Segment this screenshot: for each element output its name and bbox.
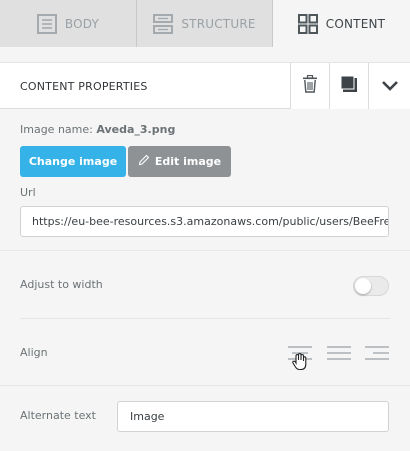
image-name-label: Image name: bbox=[20, 123, 93, 136]
tab-body[interactable]: BODY bbox=[0, 0, 137, 47]
adjust-to-width-label: Adjust to width bbox=[20, 278, 103, 291]
image-name-value: Aveda_3.png bbox=[96, 123, 176, 136]
alternate-text-input[interactable]: Image bbox=[117, 401, 389, 432]
pencil-icon bbox=[138, 154, 150, 169]
tab-content[interactable]: CONTENT bbox=[273, 0, 410, 47]
structure-rows-icon bbox=[153, 13, 174, 34]
content-grid-icon bbox=[297, 13, 318, 34]
align-label: Align bbox=[20, 346, 48, 359]
align-justify-icon[interactable] bbox=[326, 344, 352, 364]
chevron-down-icon bbox=[381, 77, 399, 96]
image-name: Image name: Aveda_3.png bbox=[20, 123, 175, 136]
divider bbox=[0, 250, 410, 251]
change-image-button[interactable]: Change image bbox=[20, 146, 126, 177]
change-image-label: Change image bbox=[28, 155, 118, 168]
hand-cursor-icon bbox=[290, 352, 310, 376]
alternate-text-label: Alternate text bbox=[20, 409, 96, 422]
trash-icon bbox=[302, 74, 318, 97]
toggle-knob bbox=[355, 278, 371, 294]
align-right-icon[interactable] bbox=[364, 344, 390, 364]
panel-header: CONTENT PROPERTIES bbox=[0, 63, 410, 109]
tab-bar: BODY STRUCTURE CONTENT bbox=[0, 0, 410, 47]
divider bbox=[20, 318, 390, 319]
url-input[interactable]: https://eu-bee-resources.s3.amazonaws.co… bbox=[20, 206, 389, 237]
edit-image-label: Edit image bbox=[154, 155, 222, 168]
body-layout-icon bbox=[36, 13, 57, 34]
tab-body-label: BODY bbox=[64, 16, 100, 31]
tab-content-label: CONTENT bbox=[325, 16, 386, 31]
duplicate-button[interactable] bbox=[329, 63, 368, 109]
adjust-to-width-toggle[interactable] bbox=[353, 276, 389, 296]
tab-structure[interactable]: STRUCTURE bbox=[137, 0, 273, 47]
edit-image-button[interactable]: Edit image bbox=[128, 146, 231, 177]
panel-title: CONTENT PROPERTIES bbox=[20, 80, 148, 93]
duplicate-icon bbox=[340, 75, 358, 97]
collapse-button[interactable] bbox=[368, 63, 410, 109]
content-properties-panel: CONTENT PROPERTIES bbox=[0, 62, 410, 451]
url-label: Url bbox=[20, 186, 36, 199]
delete-button[interactable] bbox=[290, 63, 329, 109]
divider bbox=[0, 385, 410, 386]
tab-structure-label: STRUCTURE bbox=[181, 16, 256, 31]
